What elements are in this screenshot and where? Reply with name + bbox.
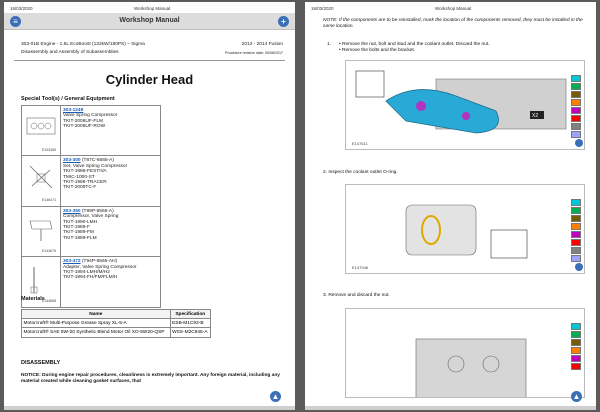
tool-kit: TKIT-1989-FLM [63,235,97,241]
material-row: Motorcraft® Multi-Purpose Grease Spray X… [21,317,212,329]
materials-heading: Materials [21,296,45,302]
tool-link[interactable]: 303-472 [63,259,81,264]
tool-kit: TKIT-2009TC-F [63,185,97,191]
color-legend [571,75,581,139]
tool-kit: TKIT-2006UF-ROW [63,124,106,130]
legend-swatch [571,75,581,82]
step-number: 1. [327,42,332,47]
engine-nut-illustration [415,338,527,397]
color-legend [571,323,581,371]
materials-table: Name Specification Motorcraft® Multi-Pur… [21,309,212,338]
tool-code: E103465 [42,148,57,152]
model-range: 2013 - 2014 Fusion [241,42,283,47]
step-1-line: Remove the bolts and the bracket. [342,47,416,53]
divider [14,60,285,61]
tool-part: (T87C-6565-A) [81,158,114,164]
toolbar-title: Workshop Manual [119,17,180,24]
col-name: Name [21,309,171,319]
legend-swatch [571,247,581,254]
disassembly-heading: DISASSEMBLY [21,360,61,366]
tool-kit: TKIT-1994-FH/FM/FLM/H [63,275,118,281]
col-spec: Specification [169,309,212,319]
engine-line-1: 303-01B Engine - 1.5L EcoBoost (132kW/18… [21,42,145,47]
material-name: Motorcraft® SAE 5W-20 Synthetic Blend Mo… [21,327,171,338]
add-icon[interactable]: + [278,16,289,27]
scroll-top-icon[interactable]: ▲ [270,391,281,402]
legend-swatch [571,355,581,362]
legend-swatch [571,347,581,354]
tool-image: E144676 [21,205,61,258]
coolant-outlet-illustration: X2 [355,70,567,134]
manual-page-right: 16/03/2020 Workshop Manual NOTE: If the … [305,2,596,410]
tool-link[interactable]: 303-300 [63,158,81,163]
figure-code: E147946 [352,265,369,270]
note-text: NOTE: If the components are to be reinst… [323,18,583,29]
legend-swatch [571,207,581,214]
print-title: Workshop Manual [435,6,472,11]
print-date: 16/03/2020 [311,6,334,11]
manual-page-left: 16/03/2020 Workshop Manual ≡ Workshop Ma… [4,2,295,410]
valve-spring-compressor-icon [26,117,56,135]
valve-compressor-icon [29,220,53,241]
page-title: Cylinder Head [105,72,194,87]
figure-3 [345,308,585,398]
legend-swatch [571,363,581,370]
step-2-text: 2. Inspect the coolant outlet O-ring. [323,170,398,175]
legend-swatch [571,331,581,338]
tools-table: E103465 303-1249 Valve Spring Compressor… [21,104,161,308]
legend-swatch [571,91,581,98]
print-date: 16/03/2020 [10,6,33,11]
legend-swatch [571,215,581,222]
figure-1: X2 E147611 [345,60,585,150]
color-legend [571,199,581,263]
legend-swatch [571,239,581,246]
legend-swatch [571,131,581,138]
tool-row: E103465 303-1249 Valve Spring Compressor… [21,104,161,157]
legend-swatch [571,255,581,262]
tool-part: (T94P-6565-AH) [81,259,118,265]
figure-2: E147946 [345,184,585,274]
print-title: Workshop Manual [134,6,171,11]
toolbar: ≡ Workshop Manual + [4,13,295,30]
legend-swatch [571,107,581,114]
step-1-line: Remove the nut, bolt and stud and the co… [342,42,490,47]
legend-swatch [571,123,581,130]
tool-image: E103465 [21,104,61,157]
legend-swatch [571,199,581,206]
legend-swatch [571,231,581,238]
material-row: Motorcraft® SAE 5W-20 Synthetic Blend Mo… [21,327,212,338]
material-spec: WSS-M2C945-A [169,327,212,338]
figure-code: E147611 [352,141,368,146]
tool-row: E144676 303-350 (T89P-6565-A) Compressor… [21,205,161,258]
legend-swatch [571,339,581,346]
engine-line-2: Disassembly and Assembly of Subassemblie… [21,50,119,55]
material-name: Motorcraft® Multi-Purpose Grease Spray X… [21,317,171,329]
tool-code: E146471 [42,198,57,203]
zoom-icon[interactable] [575,263,583,271]
o-ring-illustration [405,204,528,259]
spring-compressor-set-icon [29,166,53,189]
tool-code: E144676 [42,248,57,253]
legend-swatch [571,323,581,330]
zoom-icon[interactable] [575,139,583,147]
multiplier-badge: X2 [532,113,538,119]
step-3-text: 3. Remove and discard the nut. [323,293,390,298]
revision-date: Procedure revision date: 05/08/2017 [225,51,283,55]
step-1-list: • Remove the nut, bolt and stud and the … [339,42,490,53]
legend-swatch [571,83,581,90]
page-footer [4,406,295,410]
scroll-top-icon[interactable]: ▲ [571,391,582,402]
legend-swatch [571,99,581,106]
tools-heading: Special Tool(s) / General Equipment [21,96,115,102]
legend-swatch [571,115,581,122]
tool-image: E146471 [21,155,61,207]
legend-swatch [571,223,581,230]
tool-row: E146471 303-300 (T87C-6565-A) Set, Valve… [21,155,161,207]
material-spec: ESB-M1C93-B [169,317,212,329]
page-footer [305,406,596,410]
notice-text: NOTICE: During engine repair procedures,… [21,373,280,384]
